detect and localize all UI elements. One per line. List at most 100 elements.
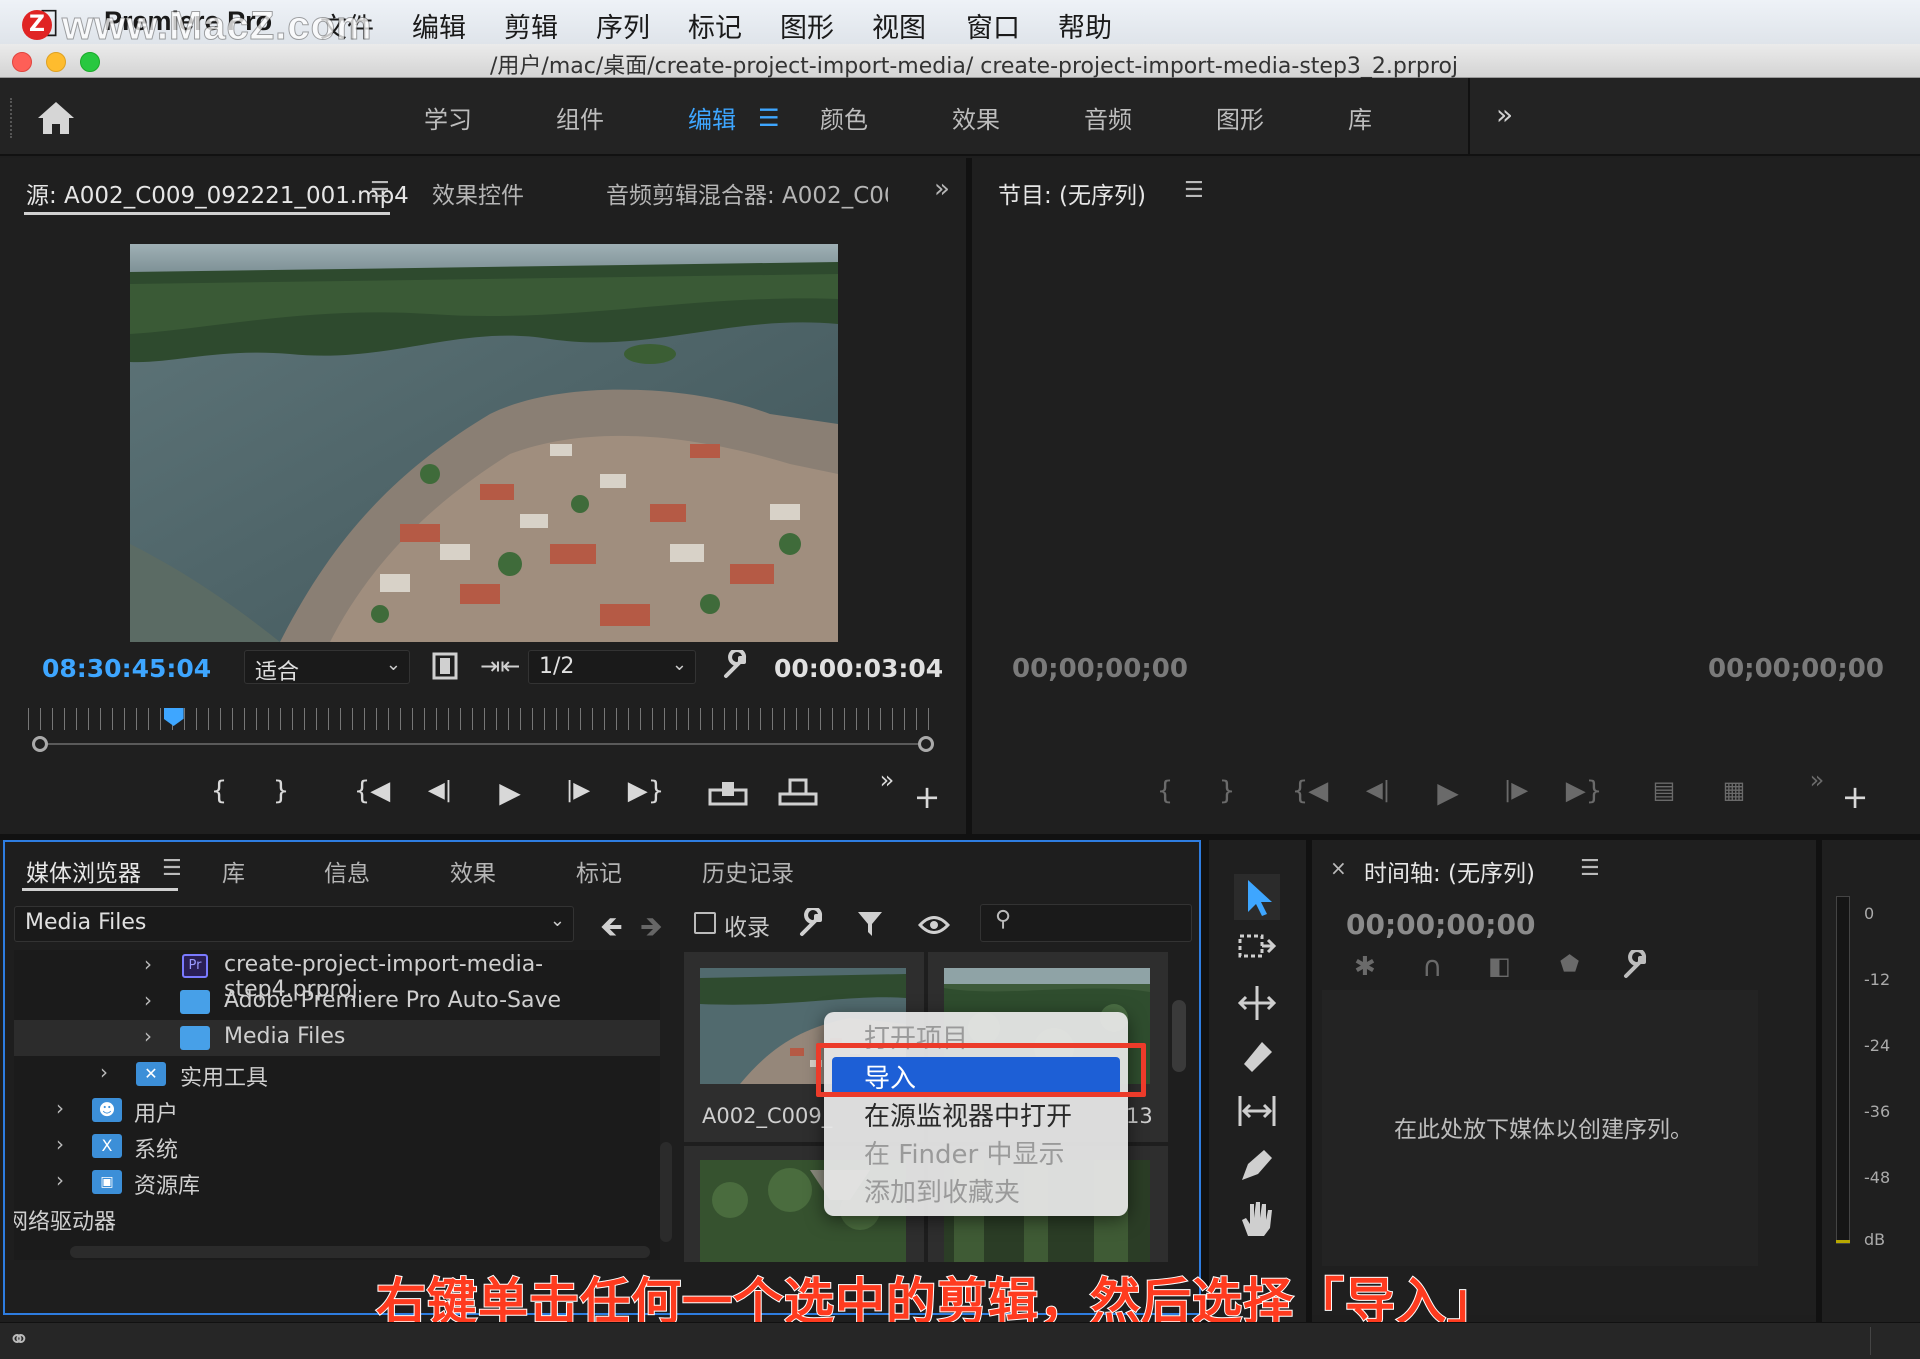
zoom-bar-right-handle[interactable] bbox=[918, 736, 934, 752]
menu-item-add-to-favorites[interactable]: 添加到收藏夹 bbox=[864, 1172, 1020, 1209]
tab-libraries[interactable]: 库 bbox=[222, 854, 245, 888]
workspace-tab-effects[interactable]: 效果 bbox=[952, 100, 1000, 135]
tree-row[interactable]: › ✕ 实用工具 bbox=[14, 1056, 660, 1092]
go-to-in-button[interactable]: {◀ bbox=[352, 776, 392, 806]
navigate-forward-icon[interactable]: 🡺 bbox=[640, 906, 663, 954]
extract-icon[interactable]: ▦ bbox=[1714, 776, 1754, 804]
menu-window[interactable]: 窗口 bbox=[966, 6, 1020, 45]
filter-icon[interactable] bbox=[856, 910, 886, 940]
program-button-editor-add-icon[interactable]: + bbox=[1840, 778, 1870, 816]
source-tab-menu-icon[interactable]: ☰ bbox=[370, 178, 390, 203]
source-video-frame[interactable] bbox=[130, 244, 838, 642]
hand-tool-icon[interactable] bbox=[1234, 1196, 1280, 1242]
tab-program[interactable]: 节目: (无序列) bbox=[998, 176, 1146, 210]
zoom-window-button[interactable] bbox=[80, 52, 100, 72]
pen-tool-icon[interactable] bbox=[1234, 1142, 1280, 1188]
workspace-tab-color[interactable]: 颜色 bbox=[820, 100, 868, 135]
overwrite-icon[interactable] bbox=[778, 778, 818, 808]
program-step-forward-button[interactable]: |▶ bbox=[1496, 778, 1536, 803]
tab-effects[interactable]: 效果 bbox=[450, 854, 496, 888]
play-button[interactable]: ▶ bbox=[490, 776, 530, 809]
menu-clip[interactable]: 剪辑 bbox=[504, 6, 558, 45]
filmstrip-settings-icon[interactable] bbox=[432, 652, 458, 680]
snap-magnet-icon[interactable]: ∩ bbox=[1422, 950, 1443, 983]
ingest-checkbox[interactable] bbox=[694, 912, 716, 934]
linked-selection-icon[interactable]: ◧ bbox=[1488, 952, 1511, 980]
navigate-back-icon[interactable]: 🡸 bbox=[600, 906, 623, 954]
tab-audio-clip-mixer[interactable]: 音频剪辑混合器: A002_C009 bbox=[606, 176, 888, 210]
nest-source-icon[interactable]: ✱ bbox=[1354, 952, 1376, 982]
program-buttons-overflow[interactable]: » bbox=[1802, 766, 1832, 794]
razor-tool-icon[interactable] bbox=[1234, 1034, 1280, 1080]
tree-row[interactable]: › X 系统 bbox=[14, 1128, 660, 1164]
mark-out-button[interactable]: } bbox=[266, 776, 296, 806]
panel-grip[interactable] bbox=[10, 98, 14, 138]
location-select[interactable]: Media Files ⌄ bbox=[14, 906, 574, 942]
tab-source[interactable]: 源: A002_C009_092221_001.mp4 bbox=[26, 176, 409, 210]
program-current-timecode[interactable]: 00;00;00;00 bbox=[1012, 654, 1188, 684]
slip-tool-icon[interactable] bbox=[1234, 1088, 1280, 1134]
timeline-tab-menu-icon[interactable]: ☰ bbox=[1580, 856, 1600, 881]
home-icon[interactable] bbox=[36, 100, 76, 136]
tab-info[interactable]: 信息 bbox=[324, 854, 370, 888]
tree-row[interactable]: › ▣ 资源库 bbox=[14, 1164, 660, 1200]
tree-row[interactable]: 网络驱动器 bbox=[14, 1200, 660, 1236]
add-marker-icon[interactable]: ⬟ bbox=[1560, 952, 1579, 977]
chevron-right-icon[interactable]: › bbox=[56, 1132, 64, 1156]
tab-media-browser[interactable]: 媒体浏览器 bbox=[26, 854, 141, 888]
timeline-settings-wrench-icon[interactable] bbox=[1622, 950, 1652, 980]
menu-sequence[interactable]: 序列 bbox=[596, 6, 650, 45]
program-tab-menu-icon[interactable]: ☰ bbox=[1184, 178, 1204, 203]
tree-row[interactable]: › Adobe Premiere Pro Auto-Save bbox=[14, 984, 660, 1020]
workspace-tab-editing[interactable]: 编辑 bbox=[688, 100, 736, 135]
workspace-menu-icon[interactable]: ☰ bbox=[758, 104, 780, 132]
workspace-tab-assembly[interactable]: 组件 bbox=[556, 100, 604, 135]
program-go-to-in-button[interactable]: {◀ bbox=[1290, 776, 1330, 806]
menu-graphics[interactable]: 图形 bbox=[780, 6, 834, 45]
ripple-edit-tool-icon[interactable] bbox=[1234, 980, 1280, 1026]
menu-item-reveal-in-finder[interactable]: 在 Finder 中显示 bbox=[864, 1134, 1065, 1171]
wrench-icon[interactable] bbox=[722, 650, 752, 680]
menu-markers[interactable]: 标记 bbox=[688, 6, 742, 45]
selection-tool-icon[interactable] bbox=[1234, 874, 1280, 920]
chevron-right-icon[interactable]: › bbox=[144, 952, 152, 976]
playback-resolution-select[interactable]: 1/2 ⌄ bbox=[528, 650, 696, 684]
menu-item-open-in-source-monitor[interactable]: 在源监视器中打开 bbox=[864, 1096, 1072, 1133]
tree-row-selected[interactable]: › Media Files bbox=[14, 1020, 660, 1056]
tab-effect-controls[interactable]: 效果控件 bbox=[432, 176, 524, 210]
media-browser-tab-menu-icon[interactable]: ☰ bbox=[162, 856, 182, 881]
chevron-right-icon[interactable]: › bbox=[56, 1168, 64, 1192]
workspace-tab-libraries[interactable]: 库 bbox=[1348, 100, 1372, 135]
workspace-tab-graphics[interactable]: 图形 bbox=[1216, 100, 1264, 135]
ingest-settings-wrench-icon[interactable] bbox=[798, 908, 828, 938]
close-panel-icon[interactable]: × bbox=[1330, 856, 1347, 880]
tab-markers[interactable]: 标记 bbox=[576, 854, 622, 888]
mark-in-button[interactable]: { bbox=[204, 776, 234, 806]
insert-icon[interactable] bbox=[708, 778, 748, 808]
source-tabs-overflow[interactable]: » bbox=[934, 174, 950, 204]
step-forward-button[interactable]: |▶ bbox=[558, 778, 598, 803]
source-zoom-bar[interactable] bbox=[40, 743, 928, 745]
tab-history[interactable]: 历史记录 bbox=[702, 854, 794, 888]
track-select-tool-icon[interactable] bbox=[1234, 926, 1280, 972]
tree-row[interactable]: › Pr create-project-import-media-step4.p… bbox=[14, 948, 660, 1002]
program-mark-in-button[interactable]: { bbox=[1150, 776, 1180, 806]
tab-timeline[interactable]: 时间轴: (无序列) bbox=[1364, 854, 1535, 888]
source-current-timecode[interactable]: 08:30:45:04 bbox=[42, 654, 211, 683]
chevron-right-icon[interactable]: › bbox=[144, 1024, 152, 1048]
program-step-back-button[interactable]: ◀| bbox=[1358, 778, 1398, 803]
source-buttons-overflow[interactable]: » bbox=[872, 766, 902, 794]
button-editor-add-icon[interactable]: + bbox=[912, 778, 942, 816]
go-to-out-button[interactable]: ▶} bbox=[626, 776, 666, 806]
search-input[interactable]: ⚲ bbox=[980, 904, 1192, 942]
chevron-right-icon[interactable]: › bbox=[100, 1060, 108, 1084]
workspace-tab-audio[interactable]: 音频 bbox=[1084, 100, 1132, 135]
tree-horizontal-scrollbar[interactable] bbox=[70, 1246, 650, 1258]
lift-icon[interactable]: ▤ bbox=[1644, 776, 1684, 804]
workspace-tab-learning[interactable]: 学习 bbox=[424, 100, 472, 135]
thumbnails-vertical-scrollbar[interactable] bbox=[1172, 1000, 1186, 1072]
close-window-button[interactable] bbox=[12, 52, 32, 72]
menu-view[interactable]: 视图 bbox=[872, 6, 926, 45]
drag-audio-video-icon[interactable]: ⇥⇤ bbox=[480, 652, 520, 680]
program-mark-out-button[interactable]: } bbox=[1212, 776, 1242, 806]
